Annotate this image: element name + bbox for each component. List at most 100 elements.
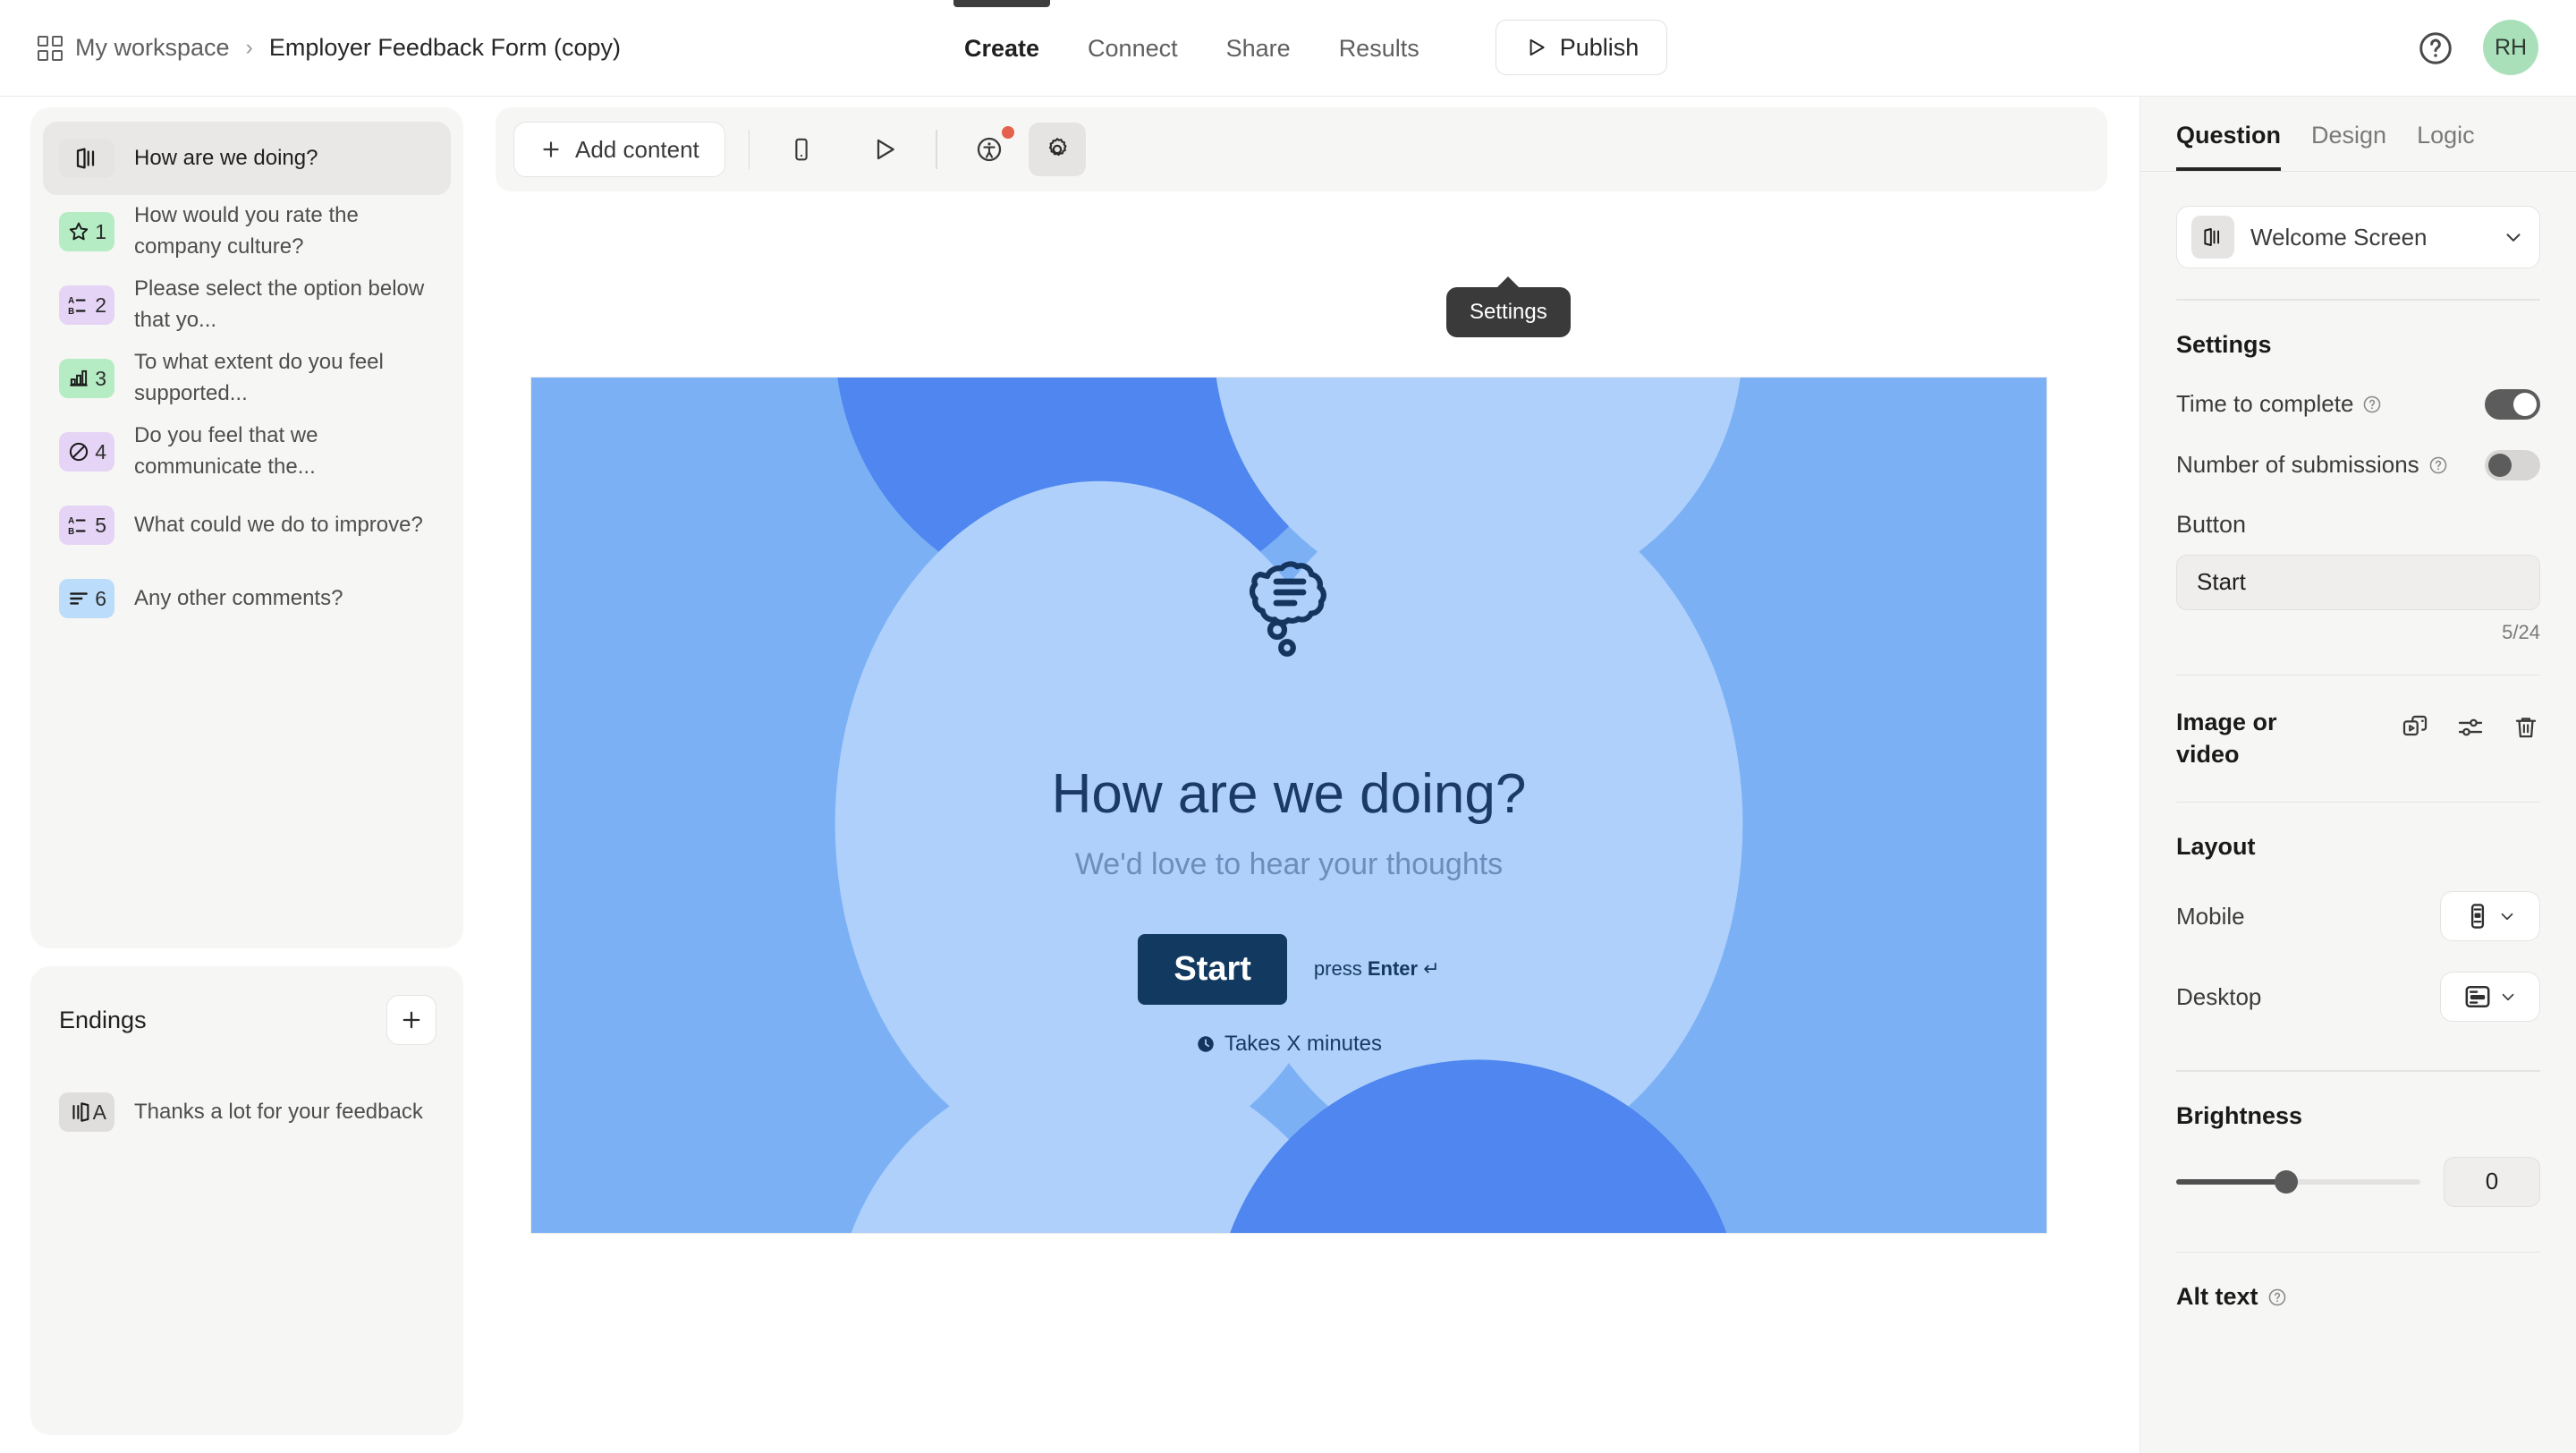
ending-item-label: Thanks a lot for your feedback — [134, 1099, 423, 1124]
multiple-choice-icon: A B 5 — [59, 506, 114, 545]
toolbar-divider-1 — [748, 130, 750, 169]
welcome-screen-icon — [2191, 216, 2234, 259]
play-preview-icon[interactable] — [855, 123, 912, 176]
sidebar-item-label: Please select the option below that yo..… — [134, 276, 425, 332]
delete-icon[interactable] — [2512, 713, 2540, 746]
preview-start-button[interactable]: Start — [1138, 933, 1287, 1005]
help-icon[interactable] — [2417, 30, 2454, 67]
brightness-value-input[interactable]: 0 — [2444, 1156, 2540, 1207]
breadcrumb: My workspace › Employer Feedback Form (c… — [0, 34, 621, 62]
sidebar-item-number: 5 — [95, 513, 106, 537]
questions-panel: How are we doing? 1 How would you rate t… — [30, 107, 463, 948]
tab-logic[interactable]: Logic — [2417, 122, 2475, 171]
sidebar-item-q4[interactable]: 4 Do you feel that we communicate the... — [43, 415, 451, 489]
breadcrumb-form-title[interactable]: Employer Feedback Form (copy) — [269, 34, 621, 62]
tab-results[interactable]: Results — [1339, 0, 1419, 97]
long-text-icon: 6 — [59, 579, 114, 618]
row-number-of-submissions: Number of submissions — [2176, 449, 2540, 480]
sidebar-item-label: To what extent do you feel supported... — [134, 350, 384, 405]
mobile-preview-icon[interactable] — [773, 123, 830, 176]
sidebar-item-label: Any other comments? — [134, 585, 343, 610]
accessibility-icon[interactable] — [961, 123, 1018, 176]
sidebar-item-label: What could we do to improve? — [134, 512, 423, 537]
tab-create[interactable]: Create — [953, 0, 1051, 97]
time-to-complete-toggle[interactable] — [2485, 388, 2540, 420]
ending-item-letter: A — [92, 1100, 106, 1124]
sidebar-item-label: How are we doing? — [134, 145, 318, 170]
settings-heading: Settings — [2176, 330, 2272, 358]
number-of-submissions-toggle[interactable] — [2485, 449, 2540, 480]
desktop-layout-dropdown[interactable] — [2440, 972, 2540, 1023]
right-panel-tabs: Question Design Logic — [2140, 97, 2576, 172]
sidebar-item-number: 2 — [95, 293, 106, 317]
breadcrumb-workspace[interactable]: My workspace — [75, 34, 230, 62]
help-icon[interactable] — [2362, 395, 2382, 414]
canvas-toolbar: Add content — [496, 107, 2107, 191]
tab-connect[interactable]: Connect — [1088, 0, 1178, 97]
sidebar-item-number: 4 — [95, 439, 106, 463]
image-or-video-actions — [2401, 706, 2540, 746]
avatar[interactable]: RH — [2483, 20, 2538, 75]
tab-share[interactable]: Share — [1226, 0, 1291, 97]
multiple-choice-icon: A B 2 — [59, 285, 114, 325]
number-of-submissions-label: Number of submissions — [2176, 451, 2448, 479]
takes-time-label: Takes X minutes — [1196, 1032, 1382, 1057]
add-ending-button[interactable] — [386, 995, 436, 1045]
sidebar-item-q6[interactable]: 6 Any other comments? — [43, 562, 451, 635]
ending-screen-icon: A — [59, 1092, 114, 1132]
sidebar-item-q1[interactable]: 1 How would you rate the company culture… — [43, 195, 451, 268]
button-text-input[interactable]: Start — [2176, 554, 2540, 610]
clock-icon — [1198, 1035, 1214, 1052]
layout-heading: Layout — [2176, 833, 2256, 861]
plus-icon — [543, 141, 559, 157]
chevron-down-icon — [2501, 913, 2513, 921]
desktop-label: Desktop — [2176, 982, 2262, 1010]
toolbar-divider-2 — [936, 130, 937, 169]
workspace-grid-icon[interactable] — [38, 35, 63, 61]
help-icon[interactable] — [2267, 1287, 2287, 1307]
publish-button[interactable]: Publish — [1496, 20, 1667, 75]
replace-media-icon[interactable] — [2401, 713, 2429, 746]
settings-tooltip: Settings — [1446, 287, 1571, 337]
adjust-settings-icon[interactable] — [2456, 713, 2485, 746]
brightness-slider-thumb[interactable] — [2274, 1169, 2298, 1194]
sidebar-item-welcome[interactable]: How are we doing? — [43, 122, 451, 195]
brightness-heading: Brightness — [2176, 1101, 2303, 1129]
question-type-select[interactable]: Welcome Screen — [2176, 206, 2540, 268]
svg-text:A: A — [68, 296, 74, 306]
sidebar-item-q2[interactable]: A B 2 Please select the option below tha… — [43, 268, 451, 342]
welcome-screen-preview[interactable]: How are we doing? We'd love to hear your… — [530, 377, 2047, 1234]
add-content-button[interactable]: Add content — [513, 122, 725, 177]
center-area: Add content Settings How are we doing? W… — [496, 97, 2140, 1453]
breadcrumb-separator-icon: › — [245, 35, 253, 60]
sidebar-item-label: How would you rate the company culture? — [134, 203, 359, 259]
tab-question[interactable]: Question — [2176, 122, 2282, 171]
sidebar-item-number: 3 — [95, 366, 106, 390]
brightness-slider[interactable] — [2176, 1169, 2420, 1194]
divider-4 — [2176, 1070, 2540, 1072]
right-panel: Question Design Logic Welcome Screen Set… — [2140, 97, 2576, 1453]
image-or-video-label: Image or video — [2176, 709, 2277, 769]
help-icon[interactable] — [2428, 455, 2448, 475]
desktop-layout-icon — [2465, 986, 2490, 1008]
time-to-complete-label: Time to complete — [2176, 390, 2382, 418]
star-rating-icon: 1 — [59, 212, 114, 251]
sidebar-item-q3[interactable]: 3 To what extent do you feel supported..… — [43, 342, 451, 415]
ending-item-a[interactable]: A Thanks a lot for your feedback — [43, 1075, 451, 1149]
press-enter-hint: press Enter ↵ — [1313, 957, 1440, 980]
tab-design[interactable]: Design — [2311, 122, 2386, 171]
svg-text:B: B — [68, 527, 74, 537]
welcome-screen-icon — [59, 139, 114, 178]
sidebar-item-number: 6 — [95, 586, 106, 610]
divider-1 — [2176, 299, 2540, 301]
button-char-counter: 5/24 — [2502, 620, 2540, 643]
endings-title: Endings — [59, 1006, 147, 1033]
brightness-slider-row: 0 — [2176, 1156, 2540, 1207]
add-content-label: Add content — [575, 135, 699, 163]
mobile-layout-dropdown[interactable] — [2440, 891, 2540, 942]
question-type-value: Welcome Screen — [2250, 223, 2428, 251]
sidebar-item-q5[interactable]: A B 5 What could we do to improve? — [43, 489, 451, 562]
svg-text:A: A — [68, 516, 74, 526]
settings-gear-icon[interactable] — [1028, 123, 1086, 176]
left-sidebar: How are we doing? 1 How would you rate t… — [0, 97, 496, 1453]
